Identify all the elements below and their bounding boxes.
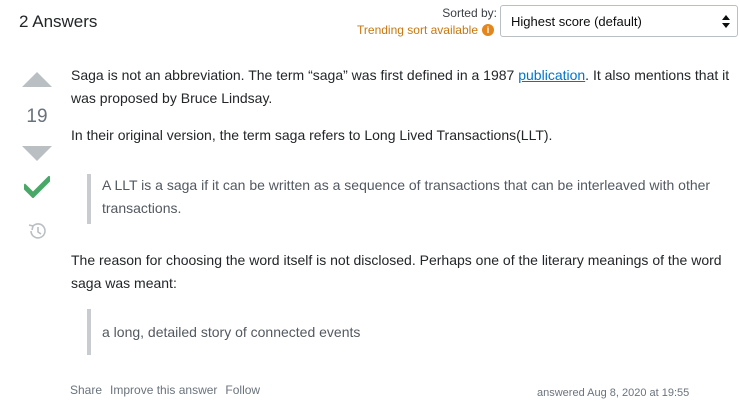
sort-order-select[interactable]: Highest score (default) [500, 5, 738, 37]
downvote-button[interactable] [22, 146, 52, 161]
sort-selected-value: Highest score (default) [511, 13, 642, 29]
answers-count-title: 2 Answers [19, 12, 98, 31]
info-icon[interactable]: i [482, 24, 494, 36]
post-menu: Share Improve this answer Follow [70, 383, 260, 397]
publication-link[interactable]: publication [518, 67, 585, 83]
trending-sort-notice[interactable]: Trending sort available i [357, 23, 494, 37]
answer-paragraph-1: Saga is not an abbreviation. The term “s… [71, 64, 736, 110]
share-link[interactable]: Share [70, 383, 102, 397]
select-arrows-icon [722, 15, 730, 28]
answer-paragraph-3: The reason for choosing the word itself … [71, 252, 722, 291]
answered-timestamp: answered Aug 8, 2020 at 19:55 [537, 387, 690, 399]
follow-link[interactable]: Follow [225, 383, 260, 397]
upvote-button[interactable] [22, 72, 52, 87]
blockquote-definition: a long, detailed story of connected even… [87, 309, 722, 355]
trending-sort-label: Trending sort available [357, 23, 478, 37]
answer-paragraph-2: In their original version, the term saga… [71, 127, 553, 143]
improve-answer-link[interactable]: Improve this answer [110, 383, 217, 397]
vote-count: 19 [26, 106, 48, 127]
blockquote-llt: A LLT is a saga if it can be written as … [87, 174, 722, 224]
sorted-by-label: Sorted by: [442, 6, 497, 20]
blockquote-text: a long, detailed story of connected even… [102, 323, 361, 340]
blockquote-text: A LLT is a saga if it can be written as … [102, 177, 711, 216]
history-icon[interactable] [27, 221, 47, 241]
accepted-checkmark-icon [24, 176, 50, 198]
paragraph-text: Saga is not an abbreviation. The term “s… [71, 67, 519, 83]
